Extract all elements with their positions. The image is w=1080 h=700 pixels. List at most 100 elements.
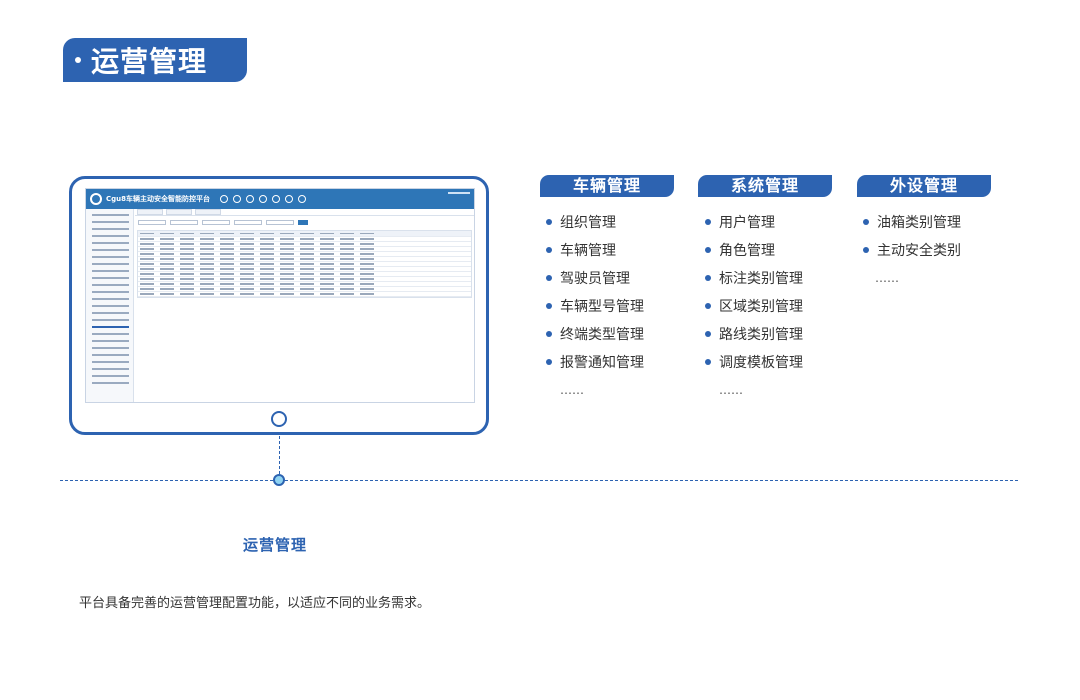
nav-icon[interactable] — [233, 195, 242, 203]
sidebar-item[interactable] — [92, 214, 129, 216]
sidebar-item[interactable] — [92, 305, 129, 307]
list-item: 调度模板管理 — [705, 348, 803, 376]
bullet-icon — [546, 275, 552, 281]
tablet-home-button — [271, 411, 287, 427]
timeline-node — [273, 474, 285, 486]
list-more: …… — [719, 383, 743, 397]
category-header-vehicle: 车辆管理 — [540, 175, 674, 197]
list-item-label: 标注类别管理 — [719, 271, 803, 287]
app-tab[interactable] — [137, 209, 163, 215]
sidebar-item[interactable] — [92, 333, 129, 335]
list-item: 标注类别管理 — [705, 264, 803, 292]
filter-field[interactable] — [234, 219, 262, 225]
list-item-label: 主动安全类别 — [877, 243, 961, 259]
list-item: 车辆型号管理 — [546, 292, 644, 320]
sidebar-item[interactable] — [92, 298, 129, 300]
sidebar-item[interactable] — [92, 382, 129, 384]
bullet-icon — [546, 331, 552, 337]
filter-field[interactable] — [138, 219, 166, 225]
page-title: 运营管理 — [91, 45, 208, 78]
nav-icon[interactable] — [220, 195, 229, 203]
category-list-peripheral: 油箱类别管理 主动安全类别 …… — [863, 208, 961, 292]
filter-field[interactable] — [202, 219, 230, 225]
bullet-icon — [863, 219, 869, 225]
list-item: 组织管理 — [546, 208, 644, 236]
sidebar-item[interactable] — [92, 354, 129, 356]
app-logo-icon — [90, 193, 102, 205]
sidebar-item[interactable] — [92, 319, 129, 321]
sidebar-item[interactable] — [92, 221, 129, 223]
sidebar-item[interactable] — [92, 361, 129, 363]
app-title: Cgu8车辆主动安全智能防控平台 — [106, 195, 211, 203]
bullet-icon — [863, 247, 869, 253]
list-item-label: 用户管理 — [719, 215, 775, 231]
sidebar-item[interactable] — [92, 256, 129, 258]
list-item-label: 角色管理 — [719, 243, 775, 259]
bullet-icon — [705, 303, 711, 309]
filter-field[interactable] — [266, 219, 294, 225]
list-item: 终端类型管理 — [546, 320, 644, 348]
list-item-label: 车辆型号管理 — [560, 299, 644, 315]
sidebar-item[interactable] — [92, 284, 129, 286]
sidebar-item[interactable] — [92, 312, 129, 314]
sidebar-item[interactable] — [92, 242, 129, 244]
list-more: …… — [875, 271, 899, 285]
list-item-label: 油箱类别管理 — [877, 215, 961, 231]
bullet-icon — [705, 219, 711, 225]
sidebar-item[interactable] — [92, 347, 129, 349]
list-item-label: 车辆管理 — [560, 243, 616, 259]
sidebar-item[interactable] — [92, 235, 129, 237]
list-item-label: 终端类型管理 — [560, 327, 644, 343]
sidebar-item[interactable] — [92, 291, 129, 293]
table-row[interactable] — [138, 292, 471, 297]
list-item: 路线类别管理 — [705, 320, 803, 348]
bullet-icon — [546, 303, 552, 309]
list-item-label: 区域类别管理 — [719, 299, 803, 315]
sidebar-item[interactable] — [92, 249, 129, 251]
list-item: 报警通知管理 — [546, 348, 644, 376]
sidebar-item[interactable] — [92, 228, 129, 230]
sidebar-item-active[interactable] — [92, 326, 129, 328]
list-item-label: 调度模板管理 — [719, 355, 803, 371]
bullet-icon — [705, 331, 711, 337]
app-nav-icons — [220, 195, 307, 203]
app-main — [135, 209, 474, 402]
nav-icon[interactable] — [246, 195, 255, 203]
tablet-frame: Cgu8车辆主动安全智能防控平台 — [69, 176, 489, 435]
sidebar-item[interactable] — [92, 263, 129, 265]
bullet-icon — [705, 359, 711, 365]
bullet-icon — [705, 247, 711, 253]
bullet-icon — [546, 247, 552, 253]
sidebar-item[interactable] — [92, 368, 129, 370]
nav-icon[interactable] — [285, 195, 294, 203]
sidebar-item[interactable] — [92, 270, 129, 272]
page-title-tab: 运营管理 — [63, 38, 247, 82]
category-header-peripheral: 外设管理 — [857, 175, 991, 197]
nav-icon[interactable] — [298, 195, 307, 203]
section-description: 平台具备完善的运营管理配置功能，以适应不同的业务需求。 — [79, 596, 431, 611]
sidebar-item[interactable] — [92, 340, 129, 342]
app-tab[interactable] — [195, 209, 221, 215]
connector-vertical-line — [279, 436, 280, 474]
category-header-system: 系统管理 — [698, 175, 832, 197]
nav-icon[interactable] — [259, 195, 268, 203]
tablet-screen: Cgu8车辆主动安全智能防控平台 — [85, 188, 475, 403]
title-dot — [75, 57, 81, 63]
list-item-label: 报警通知管理 — [560, 355, 644, 371]
filter-field[interactable] — [170, 219, 198, 225]
nav-icon[interactable] — [272, 195, 281, 203]
app-user-info — [448, 192, 470, 194]
list-item-label: 组织管理 — [560, 215, 616, 231]
app-sidebar — [86, 209, 134, 402]
list-item: 主动安全类别 — [863, 236, 961, 264]
app-data-grid — [137, 230, 472, 298]
filter-search-button[interactable] — [298, 219, 308, 225]
app-tabs — [135, 209, 474, 216]
list-item: 角色管理 — [705, 236, 803, 264]
list-item-label: 驾驶员管理 — [560, 271, 630, 287]
bullet-icon — [546, 219, 552, 225]
sidebar-item[interactable] — [92, 277, 129, 279]
sidebar-item[interactable] — [92, 375, 129, 377]
app-tab[interactable] — [166, 209, 192, 215]
app-header: Cgu8车辆主动安全智能防控平台 — [86, 189, 474, 209]
